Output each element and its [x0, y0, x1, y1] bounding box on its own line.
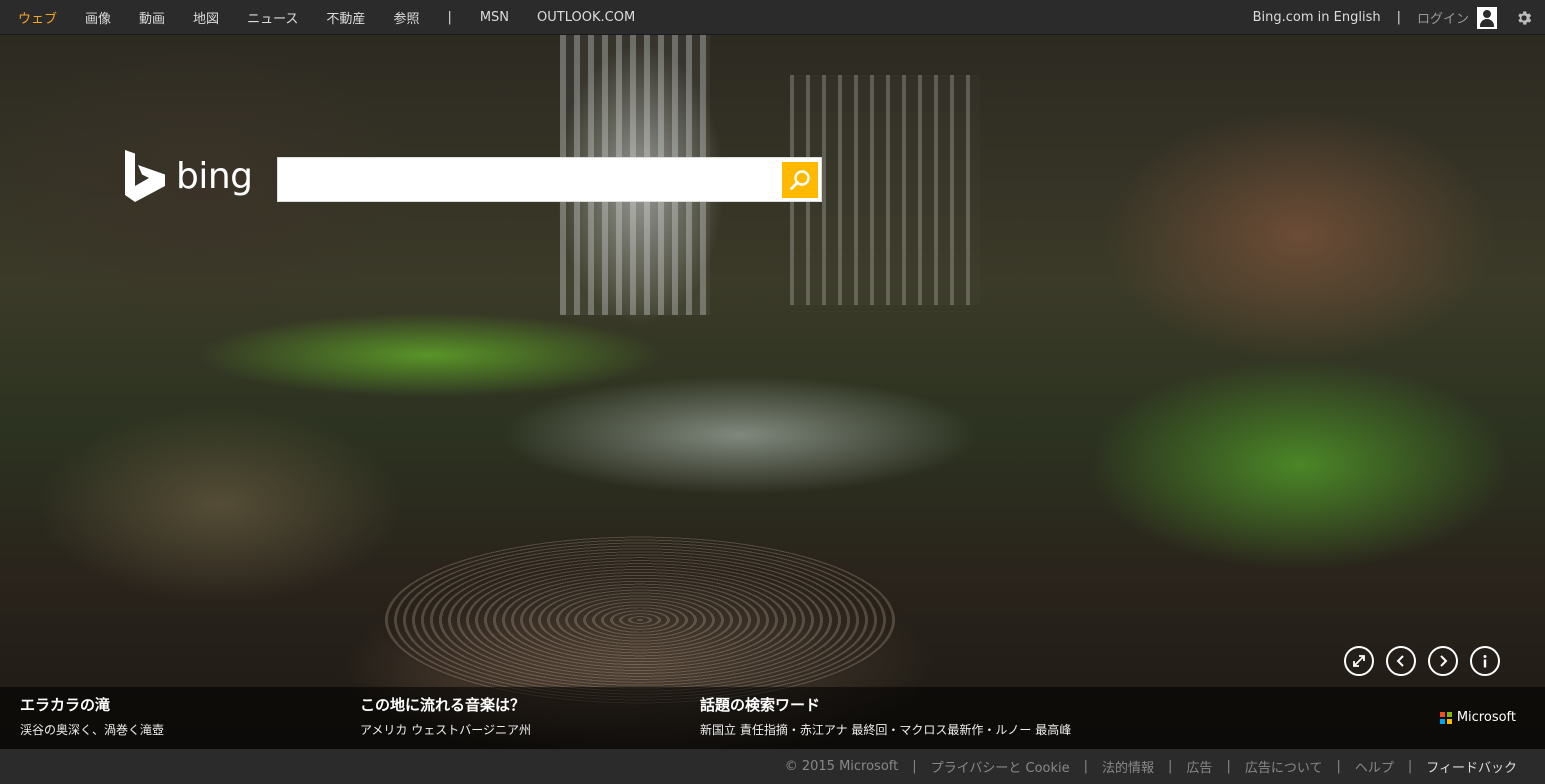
search-input[interactable]: [278, 158, 780, 201]
user-icon[interactable]: [1477, 6, 1497, 29]
footer-separator: |: [1168, 759, 1173, 774]
footer-separator: |: [912, 759, 917, 774]
image-controls: [1332, 646, 1500, 676]
bing-logo-icon: [125, 150, 165, 202]
nav-links: ウェブ 画像 動画 地図 ニュース 不動産 参照 | MSN OUTLOOK.C…: [18, 0, 663, 35]
search-icon: [790, 170, 810, 190]
background-image: [0, 35, 1545, 749]
previous-icon: [1396, 655, 1404, 667]
quiz-info[interactable]: この地に流れる音楽は？ アメリカ ウェストバージニア州: [360, 694, 531, 738]
top-right-separator: |: [1396, 10, 1401, 25]
microsoft-logo-text: Microsoft: [1456, 710, 1516, 725]
next-button[interactable]: [1428, 646, 1458, 676]
quiz-title[interactable]: この地に流れる音楽は？: [360, 694, 531, 715]
previous-button[interactable]: [1386, 646, 1416, 676]
nav-item-real-estate[interactable]: 不動産: [326, 8, 365, 27]
search-box: [277, 157, 822, 202]
info-icon: [1483, 655, 1487, 668]
footer-link-feedback[interactable]: フィードバック: [1426, 757, 1517, 776]
image-subtitle[interactable]: 渓谷の奥深く、渦巻く滝壺: [20, 721, 164, 738]
image-info[interactable]: エラカラの滝 渓谷の奥深く、渦巻く滝壺: [20, 694, 164, 738]
top-right-controls: Bing.com in English | ログイン: [1253, 0, 1533, 35]
english-link[interactable]: Bing.com in English: [1253, 10, 1381, 25]
nav-item-msn[interactable]: MSN: [480, 10, 509, 25]
expand-icon: [1353, 655, 1365, 667]
footer-separator: |: [1336, 759, 1341, 774]
login-link[interactable]: ログイン: [1417, 8, 1469, 27]
next-icon: [1440, 655, 1448, 667]
nav-item-videos[interactable]: 動画: [139, 8, 165, 27]
nav-item-maps[interactable]: 地図: [193, 8, 219, 27]
top-nav-bar: ウェブ 画像 動画 地図 ニュース 不動産 参照 | MSN OUTLOOK.C…: [0, 0, 1545, 35]
image-title[interactable]: エラカラの滝: [20, 694, 164, 715]
gear-icon[interactable]: [1515, 9, 1533, 27]
nav-separator: |: [447, 10, 452, 25]
info-button[interactable]: [1470, 646, 1500, 676]
microsoft-logo-icon: [1439, 711, 1452, 724]
nav-item-web[interactable]: ウェブ: [18, 8, 57, 27]
footer-copyright: © 2015 Microsoft: [784, 759, 899, 774]
footer-separator: |: [1226, 759, 1231, 774]
footer-separator: |: [1407, 759, 1413, 774]
trending-subtitle[interactable]: 新国立 責任指摘・赤江アナ 最終回・マクロス最新作・ルノー 最高峰: [700, 721, 1071, 738]
nav-item-images[interactable]: 画像: [85, 8, 111, 27]
footer-link-about-ads[interactable]: 広告について: [1245, 757, 1323, 776]
quiz-subtitle[interactable]: アメリカ ウェストバージニア州: [360, 721, 531, 738]
trending-title[interactable]: 話題の検索ワード: [700, 694, 1071, 715]
footer-link-advertise[interactable]: 広告: [1186, 757, 1212, 776]
microsoft-logo[interactable]: Microsoft: [1439, 710, 1516, 725]
footer: © 2015 Microsoft | プライバシーと Cookie | 法的情報…: [0, 749, 1545, 784]
nav-item-reference[interactable]: 参照: [393, 8, 419, 27]
footer-link-privacy[interactable]: プライバシーと Cookie: [931, 757, 1070, 776]
bing-logo[interactable]: bing: [124, 150, 253, 202]
trending-info[interactable]: 話題の検索ワード 新国立 責任指摘・赤江アナ 最終回・マクロス最新作・ルノー 最…: [700, 694, 1071, 738]
bing-logo-text: bing: [176, 155, 253, 197]
footer-link-help[interactable]: ヘルプ: [1355, 757, 1394, 776]
footer-separator: |: [1083, 759, 1089, 774]
expand-button[interactable]: [1344, 646, 1374, 676]
footer-link-legal[interactable]: 法的情報: [1102, 757, 1154, 776]
nav-item-news[interactable]: ニュース: [247, 8, 298, 27]
footer-links: © 2015 Microsoft | プライバシーと Cookie | 法的情報…: [785, 749, 1517, 784]
info-strip: エラカラの滝 渓谷の奥深く、渦巻く滝壺 この地に流れる音楽は？ アメリカ ウェス…: [0, 687, 1545, 749]
search-button[interactable]: [782, 162, 818, 198]
nav-item-outlook[interactable]: OUTLOOK.COM: [537, 10, 635, 25]
